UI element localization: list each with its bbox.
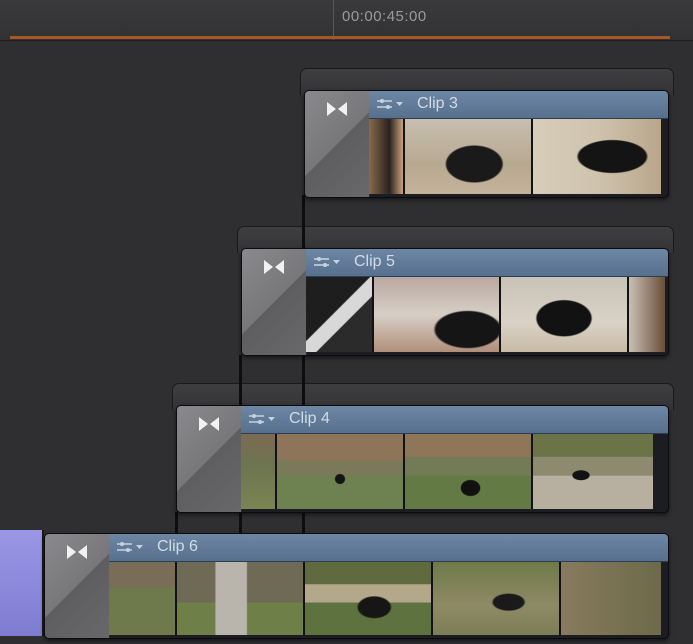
transition-handle[interactable]: [177, 406, 242, 512]
clip-filmstrip: [109, 562, 665, 635]
clip-header[interactable]: Clip 4: [241, 406, 668, 434]
bowtie-transition-icon: [67, 545, 87, 559]
clip-header[interactable]: Clip 3: [369, 91, 668, 119]
clip-settings-icon[interactable]: [375, 96, 407, 112]
clip-3[interactable]: Clip 3: [304, 90, 669, 198]
transition-handle[interactable]: [45, 534, 110, 638]
video-frame: [501, 277, 630, 352]
clip-5[interactable]: Clip 5: [241, 248, 669, 356]
video-frame: [305, 562, 433, 635]
bowtie-transition-icon: [264, 260, 284, 274]
video-frame: [306, 277, 374, 352]
video-frame: [373, 277, 502, 352]
clip-header[interactable]: Clip 5: [306, 249, 668, 277]
clip-title: Clip 4: [289, 410, 330, 427]
video-frame: [433, 562, 561, 635]
clip-title: Clip 3: [417, 95, 458, 112]
transition-handle[interactable]: [305, 91, 370, 197]
clip-settings-icon[interactable]: [247, 411, 279, 427]
video-frame: [629, 277, 665, 352]
clip-6[interactable]: Clip 6: [44, 533, 669, 639]
video-frame: [369, 119, 405, 194]
clip-header[interactable]: Clip 6: [109, 534, 668, 562]
clip-settings-icon[interactable]: [312, 254, 344, 270]
transition-handle[interactable]: [242, 249, 307, 355]
ruler-divider: [0, 40, 693, 41]
ruler-timecode: 00:00:45:00: [342, 8, 427, 25]
clip-title: Clip 6: [157, 538, 198, 555]
timeline-ruler[interactable]: 00:00:45:00: [0, 0, 693, 40]
clip-filmstrip: [369, 119, 665, 194]
clip-filmstrip: [306, 277, 665, 352]
video-frame: [241, 434, 277, 509]
video-frame: [405, 119, 533, 194]
timeline-range-bar: [10, 36, 670, 39]
clip-settings-icon[interactable]: [115, 539, 147, 555]
video-frame: [533, 119, 661, 194]
video-frame: [561, 562, 661, 635]
video-frame: [405, 434, 533, 509]
video-frame: [533, 434, 653, 509]
playhead-marker[interactable]: [333, 0, 334, 40]
clip-title: Clip 5: [354, 253, 395, 270]
video-frame: [177, 562, 305, 635]
video-frame: [109, 562, 177, 635]
bowtie-transition-icon: [199, 417, 219, 431]
video-frame: [277, 434, 405, 509]
clip-4[interactable]: Clip 4: [176, 405, 669, 513]
bowtie-transition-icon: [327, 102, 347, 116]
primary-clip[interactable]: [0, 530, 44, 636]
clip-filmstrip: [241, 434, 665, 509]
